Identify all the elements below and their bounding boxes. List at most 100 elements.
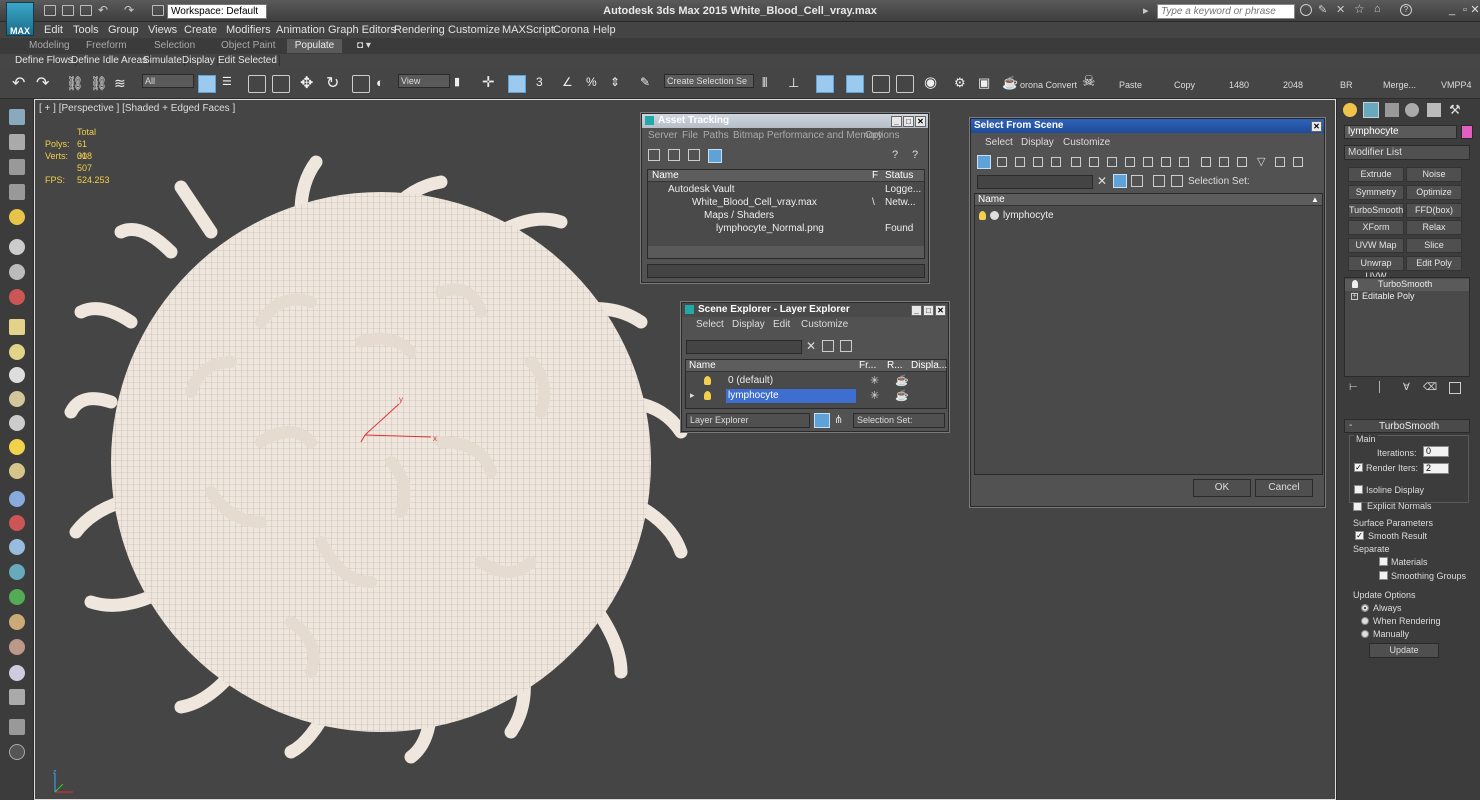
menu-create[interactable]: Create <box>184 24 217 36</box>
subscription-icon[interactable]: ✎ <box>1318 3 1327 16</box>
minimize-icon[interactable]: _ <box>911 305 922 316</box>
rotate-icon[interactable]: ↻ <box>326 73 344 92</box>
named-selection-dropdown[interactable]: Create Selection Se <box>664 74 754 88</box>
menu-rendering[interactable]: Rendering <box>394 24 445 36</box>
display-frozen-icon[interactable] <box>1161 157 1171 167</box>
show-end-result-icon[interactable]: │ <box>1377 382 1389 394</box>
new-layer-icon[interactable] <box>822 340 834 352</box>
col-frozen-header[interactable]: Fr... <box>859 360 876 372</box>
geosphere-icon[interactable] <box>9 463 25 479</box>
iterations-spinner[interactable]: 0 <box>1423 446 1449 457</box>
simulate-button[interactable]: Simulate <box>141 55 185 66</box>
render-teapot-icon[interactable]: ☕ <box>1002 75 1020 93</box>
more-icon[interactable]: ▸ <box>1143 4 1149 17</box>
light-icon[interactable] <box>9 209 25 225</box>
turbosmooth-rollout-header[interactable]: - TurboSmooth <box>1344 419 1470 433</box>
menu-group[interactable]: Group <box>108 24 139 36</box>
tab-populate[interactable]: Populate <box>287 39 342 53</box>
col-status-header[interactable]: Status <box>885 170 913 182</box>
sun-icon[interactable] <box>9 439 25 455</box>
camera-icon[interactable] <box>9 239 25 255</box>
find-case-icon[interactable] <box>1113 174 1127 188</box>
tab-object-paint[interactable]: Object Paint <box>221 40 275 51</box>
isoline-checkbox[interactable] <box>1354 485 1363 494</box>
menu-modifiers[interactable]: Modifiers <box>226 24 271 36</box>
cylinder-icon[interactable] <box>9 391 25 407</box>
col-display-header[interactable]: Displa... <box>911 360 947 372</box>
save-file-icon[interactable] <box>80 5 92 16</box>
layers-icon[interactable] <box>9 159 25 175</box>
display-cameras-icon[interactable] <box>1033 157 1043 167</box>
unwrap-uvw-button[interactable]: Unwrap UVW <box>1348 256 1404 281</box>
filter-icon[interactable]: ▽ <box>1257 155 1265 168</box>
helper-icon[interactable] <box>9 264 25 280</box>
layer-visible-icon[interactable] <box>704 376 711 385</box>
select-all-icon[interactable] <box>1201 157 1211 167</box>
layers-icon[interactable] <box>1153 175 1165 187</box>
create-tab-icon[interactable] <box>1343 103 1357 117</box>
symmetry-button[interactable]: Symmetry <box>1348 185 1404 200</box>
menu-corona[interactable]: Corona <box>553 24 589 36</box>
search-icon[interactable] <box>1300 4 1312 16</box>
layer-row-default[interactable]: 0 (default) <box>728 375 773 386</box>
display-shapes-icon[interactable] <box>997 157 1007 167</box>
remove-modifier-icon[interactable]: ⌫ <box>1423 382 1437 394</box>
scene-search-input[interactable] <box>686 340 802 354</box>
col-name-header[interactable]: Name <box>978 194 1005 206</box>
select-none-icon[interactable] <box>1219 157 1229 167</box>
select-invert-icon[interactable] <box>1237 157 1247 167</box>
make-unique-icon[interactable]: ∀ <box>1403 382 1417 394</box>
stack-row-editable-poly[interactable]: Editable Poly <box>1362 291 1415 301</box>
skull-icon[interactable]: ☠ <box>1082 72 1100 90</box>
layer-mode-icon[interactable] <box>814 413 830 428</box>
menu-display[interactable]: Display <box>1021 137 1054 148</box>
search-input[interactable]: Type a keyword or phrase <box>1157 4 1295 19</box>
snaps-3d-icon[interactable]: 3 <box>536 75 554 93</box>
redo-icon[interactable]: ↷ <box>124 3 134 17</box>
pin-stack-icon[interactable]: ⊢ <box>1349 382 1361 394</box>
viewport-label[interactable]: [ + ] [Perspective ] [Shaded + Edged Fac… <box>39 103 235 114</box>
hierarchy-icon[interactable] <box>1171 175 1183 187</box>
modify-tab-icon[interactable] <box>1363 102 1379 118</box>
tab-freeform[interactable]: Freeform <box>86 40 127 51</box>
menu-select[interactable]: Select <box>696 319 724 330</box>
placement-icon[interactable]: ◐ <box>376 75 394 93</box>
favorites-icon[interactable]: ☆ <box>1354 2 1365 16</box>
maximize-icon[interactable]: □ <box>923 305 934 316</box>
display-geometry-icon[interactable] <box>977 155 991 169</box>
keyboard-shortcut-icon[interactable] <box>508 75 526 93</box>
ffd-box-button[interactable]: FFD(box) <box>1406 203 1462 218</box>
uvw-map-button[interactable]: UVW Map <box>1348 238 1404 253</box>
display-containers-icon[interactable] <box>1143 157 1153 167</box>
when-rendering-radio[interactable] <box>1361 617 1369 625</box>
br-button[interactable]: BR <box>1340 80 1353 90</box>
display-xrefs-icon[interactable] <box>1107 157 1117 167</box>
list-view-icon[interactable] <box>668 149 680 161</box>
display-spacewarps-icon[interactable] <box>1071 157 1081 167</box>
material-editor-icon[interactable]: ◉ <box>924 73 942 91</box>
render-setup-icon[interactable]: ⚙ <box>954 75 972 93</box>
menu-file[interactable]: File <box>682 130 698 141</box>
undo-icon[interactable]: ↶ <box>98 3 108 17</box>
redo-icon[interactable]: ↷ <box>36 73 54 92</box>
object-row-lymphocyte[interactable]: lymphocyte <box>1003 210 1054 221</box>
bind-space-warp-icon[interactable]: ≋ <box>114 75 132 93</box>
stack-row-turbosmooth[interactable]: TurboSmooth <box>1378 279 1432 289</box>
asset-row-name[interactable]: lymphocyte_Normal.png <box>716 223 824 234</box>
help-icon[interactable]: ? <box>1400 4 1412 16</box>
render-icon[interactable] <box>9 134 25 150</box>
materials-checkbox[interactable] <box>1379 557 1388 566</box>
noise-button[interactable]: Noise <box>1406 167 1462 182</box>
menu-maxscript[interactable]: MAXScript <box>502 24 554 36</box>
asset-tracking-title-bar[interactable]: Asset Tracking _ □ ✕ <box>642 114 928 128</box>
explorer-type-dropdown[interactable]: Layer Explorer <box>686 413 810 428</box>
define-flows-button[interactable]: Define Flows <box>13 55 76 66</box>
relax-button[interactable]: Relax <box>1406 220 1462 235</box>
menu-help[interactable]: Help <box>593 24 616 36</box>
select-object-icon[interactable] <box>198 75 216 93</box>
asset-row-name[interactable]: White_Blood_Cell_vray.max <box>692 197 817 208</box>
expand-icon[interactable]: + <box>1351 293 1358 300</box>
percent-snap-icon[interactable]: % <box>586 75 604 93</box>
menu-display[interactable]: Display <box>732 319 765 330</box>
close-icon[interactable]: ✕ <box>1311 121 1322 132</box>
